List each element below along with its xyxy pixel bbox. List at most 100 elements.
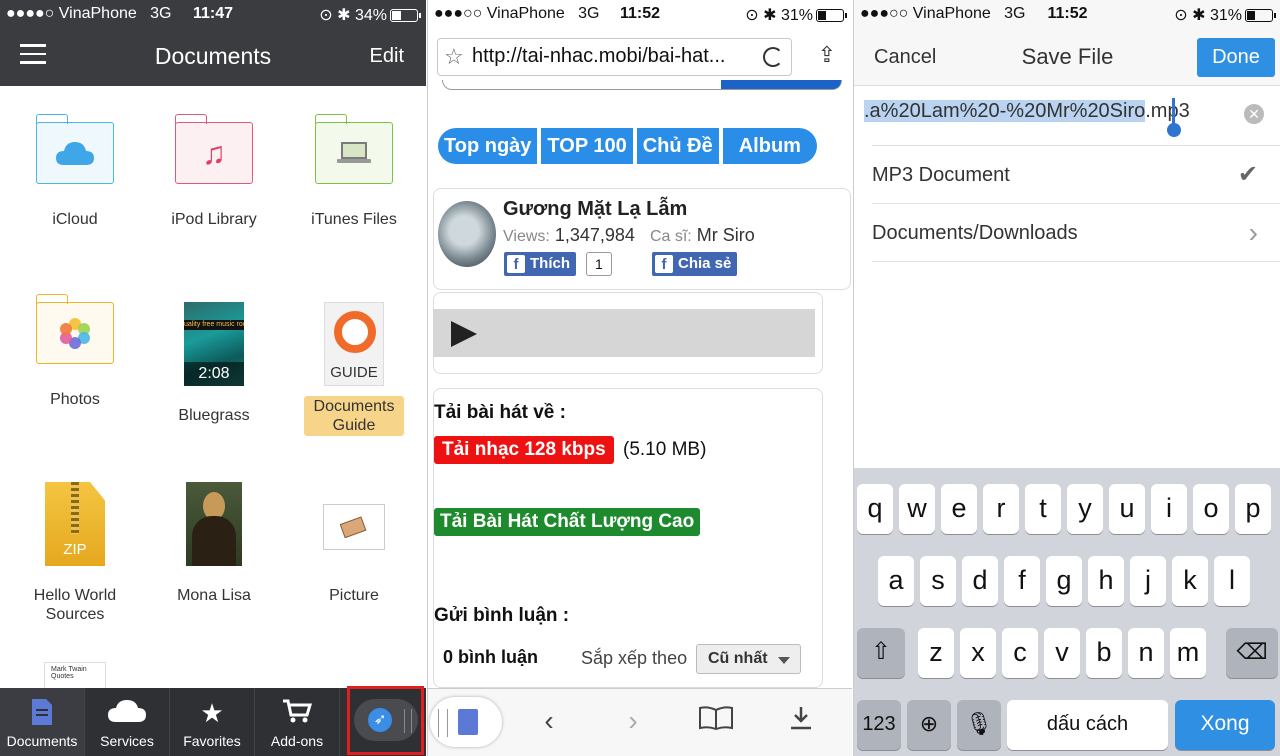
singer-label: Ca sĩ:: [649, 228, 692, 245]
audio-player[interactable]: [433, 309, 815, 357]
key-o[interactable]: o: [1193, 484, 1229, 534]
key-a[interactable]: a: [878, 556, 914, 606]
key-x[interactable]: x: [960, 628, 996, 678]
key-b[interactable]: b: [1086, 628, 1122, 678]
download-hq-button[interactable]: Tải Bài Hát Chất Lượng Cao: [434, 508, 701, 536]
key-c[interactable]: c: [1002, 628, 1038, 678]
backspace-key[interactable]: ⌫: [1226, 628, 1278, 678]
shift-key[interactable]: ⇧: [857, 628, 905, 678]
documents-guide-file[interactable]: GUIDE Documents Guide: [284, 302, 424, 436]
key-p[interactable]: p: [1235, 484, 1271, 534]
numbers-key[interactable]: 123: [857, 700, 901, 750]
save-file-panel: ●●●○○ VinaPhone 3G 11:52 ⊙ ✱ 31% Cancel …: [853, 0, 1280, 756]
key-u[interactable]: u: [1109, 484, 1145, 534]
tab-documents[interactable]: Documents: [0, 688, 85, 756]
key-r[interactable]: r: [983, 484, 1019, 534]
key-q[interactable]: q: [857, 484, 893, 534]
bluegrass-video[interactable]: uality free music room 2:08 Bluegrass: [144, 302, 284, 425]
music-note-icon: ♫: [202, 134, 226, 171]
icloud-folder[interactable]: iCloud: [5, 114, 145, 229]
checkmark-icon: ✔: [1237, 161, 1258, 188]
folder-icon: [35, 114, 114, 184]
key-v[interactable]: v: [1044, 628, 1080, 678]
folder-icon: [35, 294, 114, 364]
globe-key[interactable]: ⊕: [907, 700, 951, 750]
url-text: http://tai-nhac.mobi/bai-hat...: [472, 45, 726, 67]
facebook-like-button[interactable]: f Thích: [504, 252, 576, 276]
keyboard: q w e r t y u i o p a s d f g h j k l ⇧ …: [854, 468, 1280, 756]
views-count: 1,347,984: [554, 225, 635, 245]
documents-toggle-button[interactable]: [430, 697, 502, 747]
nav-album[interactable]: Album: [722, 128, 817, 164]
key-d[interactable]: d: [962, 556, 998, 606]
key-s[interactable]: s: [920, 556, 956, 606]
video-duration: 2:08: [184, 362, 244, 386]
address-bar[interactable]: ☆ http://tai-nhac.mobi/bai-hat...: [437, 38, 792, 76]
sort-select[interactable]: Cũ nhất: [696, 644, 801, 674]
tab-services[interactable]: Services: [85, 688, 170, 756]
download-icon[interactable]: [783, 705, 819, 738]
key-i[interactable]: i: [1151, 484, 1187, 534]
file-type-row[interactable]: MP3 Document ✔: [872, 146, 1280, 204]
key-l[interactable]: l: [1214, 556, 1250, 606]
cloud-icon: [37, 123, 113, 183]
back-icon[interactable]: ‹: [531, 705, 567, 737]
done-button[interactable]: Done: [1197, 38, 1275, 77]
facebook-icon: f: [507, 255, 525, 273]
key-n[interactable]: n: [1128, 628, 1164, 678]
filename-row-divider: [872, 88, 1280, 146]
browser-panel: ●●●○○ VinaPhone 3G 11:52 ⊙ ✱ 31% ☆ http:…: [427, 0, 852, 756]
bookmark-star-icon[interactable]: ☆: [444, 44, 464, 70]
key-g[interactable]: g: [1046, 556, 1082, 606]
edit-button[interactable]: Edit: [370, 45, 404, 68]
key-f[interactable]: f: [1004, 556, 1040, 606]
ipod-library-folder[interactable]: ♫ iPod Library: [144, 114, 284, 229]
battery-icon: [816, 9, 847, 22]
key-z[interactable]: z: [918, 628, 954, 678]
nav-top-100[interactable]: TOP 100: [541, 128, 633, 164]
facebook-share-button[interactable]: f Chia sẻ: [652, 252, 738, 276]
facebook-icon: f: [655, 255, 673, 273]
itunes-files-folder[interactable]: iTunes Files: [284, 114, 424, 229]
save-file-header: ●●●○○ VinaPhone 3G 11:52 ⊙ ✱ 31% Cancel …: [854, 0, 1280, 86]
tab-label: Add-ons: [270, 733, 324, 749]
photos-folder[interactable]: Photos: [5, 294, 145, 409]
return-key[interactable]: Xong: [1175, 700, 1275, 750]
key-w[interactable]: w: [899, 484, 935, 534]
share-icon[interactable]: ⇪: [814, 42, 840, 70]
mona-lisa-image[interactable]: Mona Lisa: [144, 482, 284, 605]
nav-chu-de[interactable]: Chủ Đề: [636, 128, 719, 164]
status-right: ⊙ ✱ 31%: [1174, 5, 1276, 25]
play-icon[interactable]: [451, 321, 477, 347]
key-y[interactable]: y: [1067, 484, 1103, 534]
tab-favorites[interactable]: ★ Favorites: [170, 688, 255, 756]
item-label-wrap: Documents Guide: [284, 396, 424, 436]
guide-document-icon: GUIDE: [324, 302, 384, 386]
key-h[interactable]: h: [1088, 556, 1124, 606]
zip-icon: ZIP: [45, 482, 105, 566]
item-label: iPod Library: [171, 211, 257, 228]
loading-spinner-icon[interactable]: [763, 47, 783, 67]
zipper: [71, 482, 79, 534]
nav-top-ngay[interactable]: Top ngày: [438, 128, 538, 164]
key-j[interactable]: j: [1130, 556, 1166, 606]
key-t[interactable]: t: [1025, 484, 1061, 534]
picture-file[interactable]: Picture: [284, 482, 424, 605]
tab-label: Favorites: [183, 733, 241, 749]
drag-handle-icon: [438, 709, 448, 737]
space-key[interactable]: dấu cách: [1007, 700, 1168, 750]
image-thumbnail: [186, 482, 242, 566]
key-k[interactable]: k: [1172, 556, 1208, 606]
tab-add-ons[interactable]: Add-ons: [255, 688, 340, 756]
key-m[interactable]: m: [1170, 628, 1206, 678]
browser-toggle-button[interactable]: ➶: [347, 686, 424, 755]
hello-world-zip[interactable]: ZIP Hello World Sources: [5, 482, 145, 624]
bookmarks-book-icon[interactable]: [698, 705, 734, 737]
item-label: Photos: [50, 391, 100, 408]
save-location-row[interactable]: Documents/Downloads ›: [872, 204, 1280, 262]
key-e[interactable]: e: [941, 484, 977, 534]
thumbnail-caption: uality free music room: [184, 320, 244, 330]
forward-icon[interactable]: ›: [615, 705, 651, 737]
dictation-key[interactable]: 🎙: [957, 700, 1001, 750]
download-128kbps-button[interactable]: Tải nhạc 128 kbps: [434, 436, 614, 464]
